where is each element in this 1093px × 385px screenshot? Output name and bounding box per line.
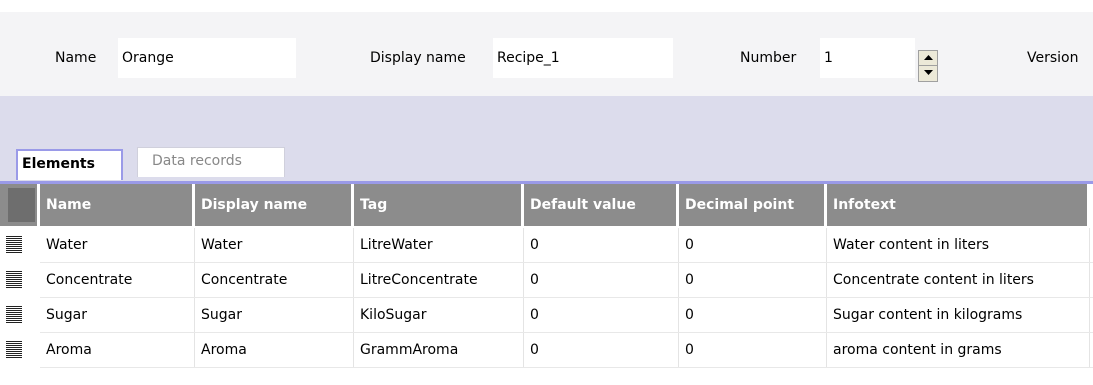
name-label: Name [55, 50, 97, 66]
column-header-tag[interactable]: Tag [354, 184, 524, 226]
number-spinner[interactable] [918, 50, 938, 82]
row-handle-icon[interactable] [6, 306, 22, 324]
recipe-properties-panel: Name Orange Display name Recipe_1 Number… [0, 12, 1093, 96]
cell-default-value[interactable]: 0 [524, 298, 679, 332]
cell-tag[interactable]: LitreConcentrate [354, 263, 524, 297]
column-header-display-name[interactable]: Display name [195, 184, 354, 226]
cell-default-value[interactable]: 0 [524, 228, 679, 262]
row-divider [40, 367, 1093, 368]
cell-name[interactable]: Water [40, 228, 195, 262]
number-label: Number [740, 50, 797, 66]
arrow-up-icon [924, 55, 933, 60]
cell-tag[interactable]: LitreWater [354, 228, 524, 262]
cell-default-value[interactable]: 0 [524, 333, 679, 367]
table-row[interactable]: Concentrate Concentrate LitreConcentrate 0 0… [0, 263, 1093, 298]
cell-infotext[interactable]: Sugar content in kilograms [827, 298, 1090, 332]
row-handle-icon[interactable] [6, 236, 22, 254]
column-header-default-value[interactable]: Default value [524, 184, 679, 226]
cell-display-name[interactable]: Concentrate [195, 263, 354, 297]
cell-decimal-point[interactable]: 0 [679, 228, 827, 262]
cell-display-name[interactable]: Aroma [195, 333, 354, 367]
table-row[interactable]: Aroma Aroma GrammAroma 0 0 aroma content in g… [0, 333, 1093, 368]
table-row[interactable]: Water Water LitreWater 0 0 Water content in l… [0, 228, 1093, 263]
cell-display-name[interactable]: Water [195, 228, 354, 262]
top-strip [0, 0, 1093, 12]
cell-default-value[interactable]: 0 [524, 263, 679, 297]
cell-name[interactable]: Sugar [40, 298, 195, 332]
name-field[interactable]: Orange [118, 38, 296, 78]
column-header-infotext[interactable]: Infotext [827, 184, 1090, 226]
column-header-decimal-point[interactable]: Decimal point [679, 184, 827, 226]
display-name-field[interactable]: Recipe_1 [493, 38, 673, 78]
row-header-corner [0, 184, 40, 226]
cell-decimal-point[interactable]: 0 [679, 263, 827, 297]
display-name-label: Display name [370, 50, 466, 66]
table-row[interactable]: Sugar Sugar KiloSugar 0 0 Sugar content in ki… [0, 298, 1093, 333]
elements-table: Name Display name Tag Default value Deci… [0, 184, 1093, 385]
tab-data-records[interactable]: Data records [137, 147, 285, 177]
row-handle-icon[interactable] [6, 341, 22, 359]
cell-name[interactable]: Aroma [40, 333, 195, 367]
spin-up-button[interactable] [919, 51, 937, 66]
cell-decimal-point[interactable]: 0 [679, 333, 827, 367]
tab-elements[interactable]: Elements [16, 149, 123, 180]
row-handle-icon[interactable] [6, 271, 22, 289]
spin-down-button[interactable] [919, 66, 937, 81]
cell-tag[interactable]: GrammAroma [354, 333, 524, 367]
cell-infotext[interactable]: Concentrate content in liters [827, 263, 1090, 297]
cell-infotext[interactable]: Water content in liters [827, 228, 1090, 262]
cell-tag[interactable]: KiloSugar [354, 298, 524, 332]
cell-display-name[interactable]: Sugar [195, 298, 354, 332]
cell-decimal-point[interactable]: 0 [679, 298, 827, 332]
cell-infotext[interactable]: aroma content in grams [827, 333, 1090, 367]
version-label: Version [1027, 50, 1079, 66]
number-field[interactable]: 1 [820, 38, 915, 78]
arrow-down-icon [924, 70, 933, 75]
column-header-name[interactable]: Name [40, 184, 195, 226]
cell-name[interactable]: Concentrate [40, 263, 195, 297]
